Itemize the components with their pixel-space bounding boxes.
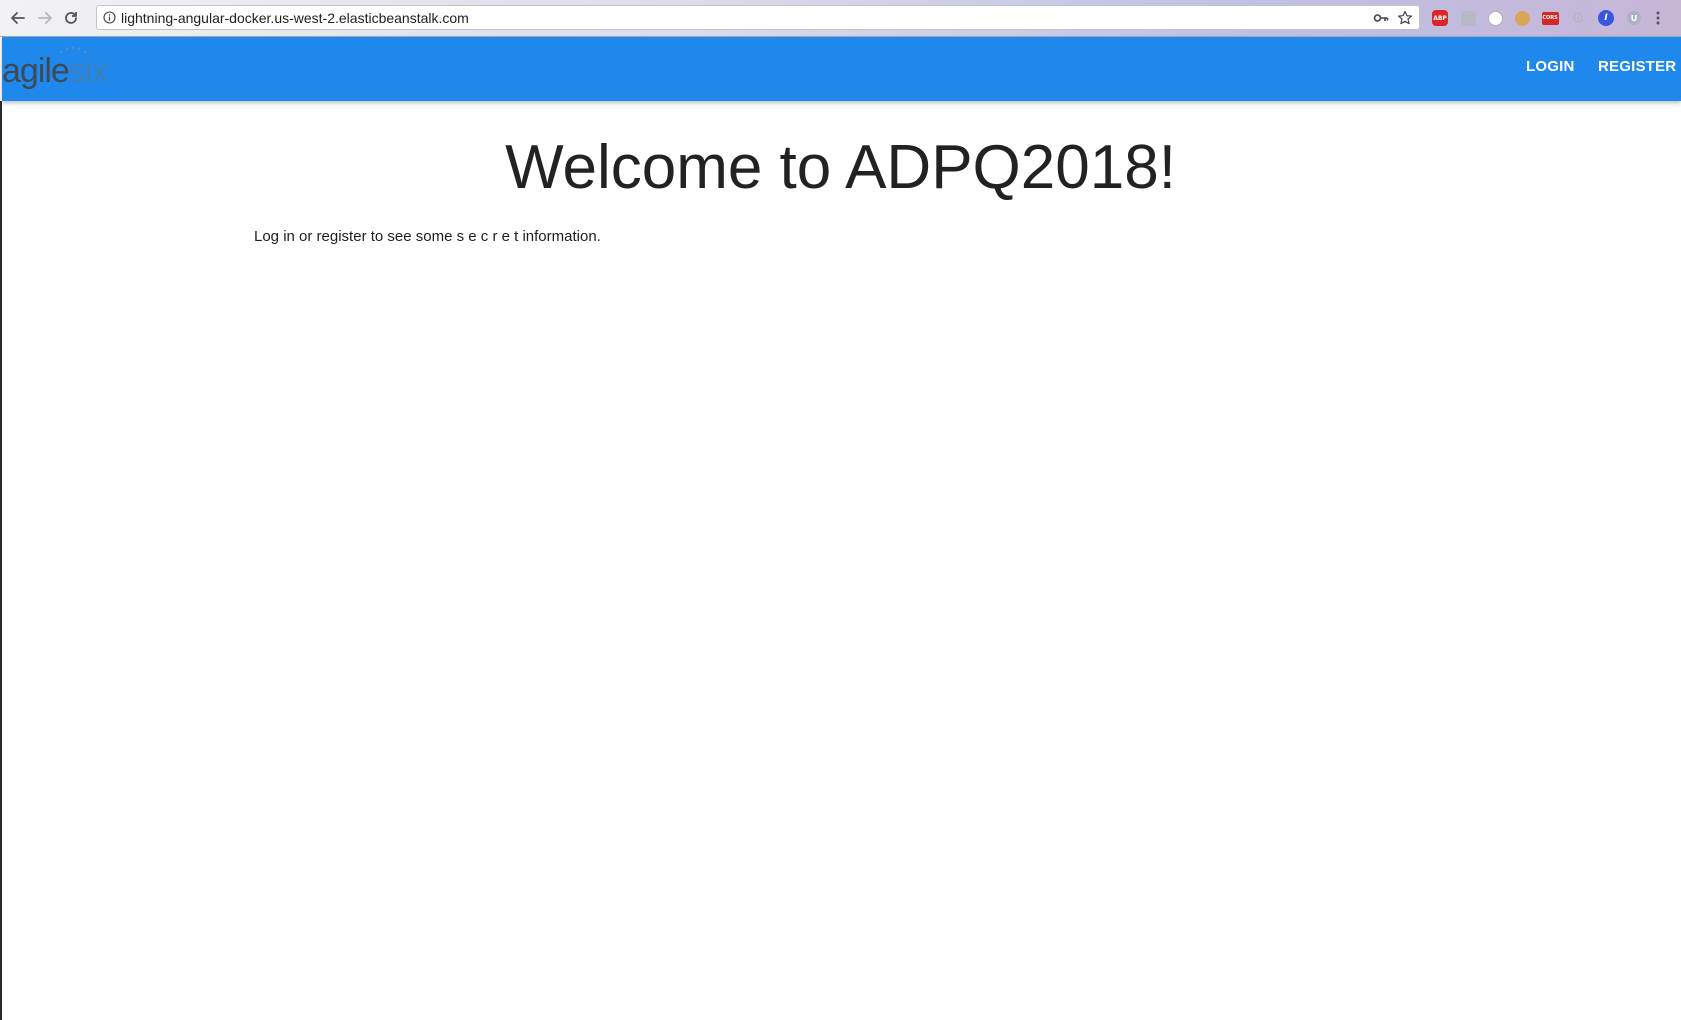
register-link[interactable]: REGISTER	[1598, 58, 1676, 75]
gear-icon[interactable]: ⚙	[1569, 9, 1587, 27]
grey-extension-icon[interactable]: U	[1625, 9, 1643, 27]
page-title: Welcome to ADPQ2018!	[505, 133, 1176, 202]
app-header: agilesix LOGIN REGISTER	[2, 37, 1681, 101]
agilesix-logo[interactable]: agilesix	[2, 45, 132, 95]
back-arrow-icon[interactable]	[6, 6, 30, 30]
page-title-wrapper: Welcome to ADPQ2018!	[0, 128, 1681, 208]
window-edge	[0, 101, 2, 1020]
logo-text-agile: agile	[2, 52, 70, 90]
reload-icon[interactable]	[59, 6, 83, 30]
cookie-icon[interactable]	[1513, 9, 1531, 27]
login-link[interactable]: LOGIN	[1526, 58, 1575, 75]
key-icon[interactable]	[1373, 11, 1389, 25]
notepad-icon[interactable]	[1459, 9, 1477, 27]
info-icon[interactable]	[103, 11, 116, 24]
kebab-menu-icon[interactable]	[1655, 10, 1661, 26]
adblock-icon[interactable]: ABP	[1431, 9, 1449, 27]
cors-icon[interactable]: CORS	[1541, 9, 1559, 27]
browser-toolbar: lightning-angular-docker.us-west-2.elast…	[0, 0, 1681, 37]
intro-text: Log in or register to see some s e c r e…	[254, 228, 601, 245]
logo-text-six: six	[68, 52, 109, 90]
address-url[interactable]: lightning-angular-docker.us-west-2.elast…	[121, 10, 469, 26]
cors-label: CORS	[1541, 11, 1559, 25]
forward-arrow-icon[interactable]	[33, 6, 57, 30]
address-bar[interactable]: lightning-angular-docker.us-west-2.elast…	[96, 5, 1420, 30]
blue-extension-icon[interactable]: I	[1597, 9, 1615, 27]
adblock-label: ABP	[1432, 10, 1448, 26]
browser-window: lightning-angular-docker.us-west-2.elast…	[0, 0, 1681, 1020]
circle-extension-icon[interactable]	[1486, 9, 1504, 27]
star-icon[interactable]	[1397, 10, 1413, 26]
